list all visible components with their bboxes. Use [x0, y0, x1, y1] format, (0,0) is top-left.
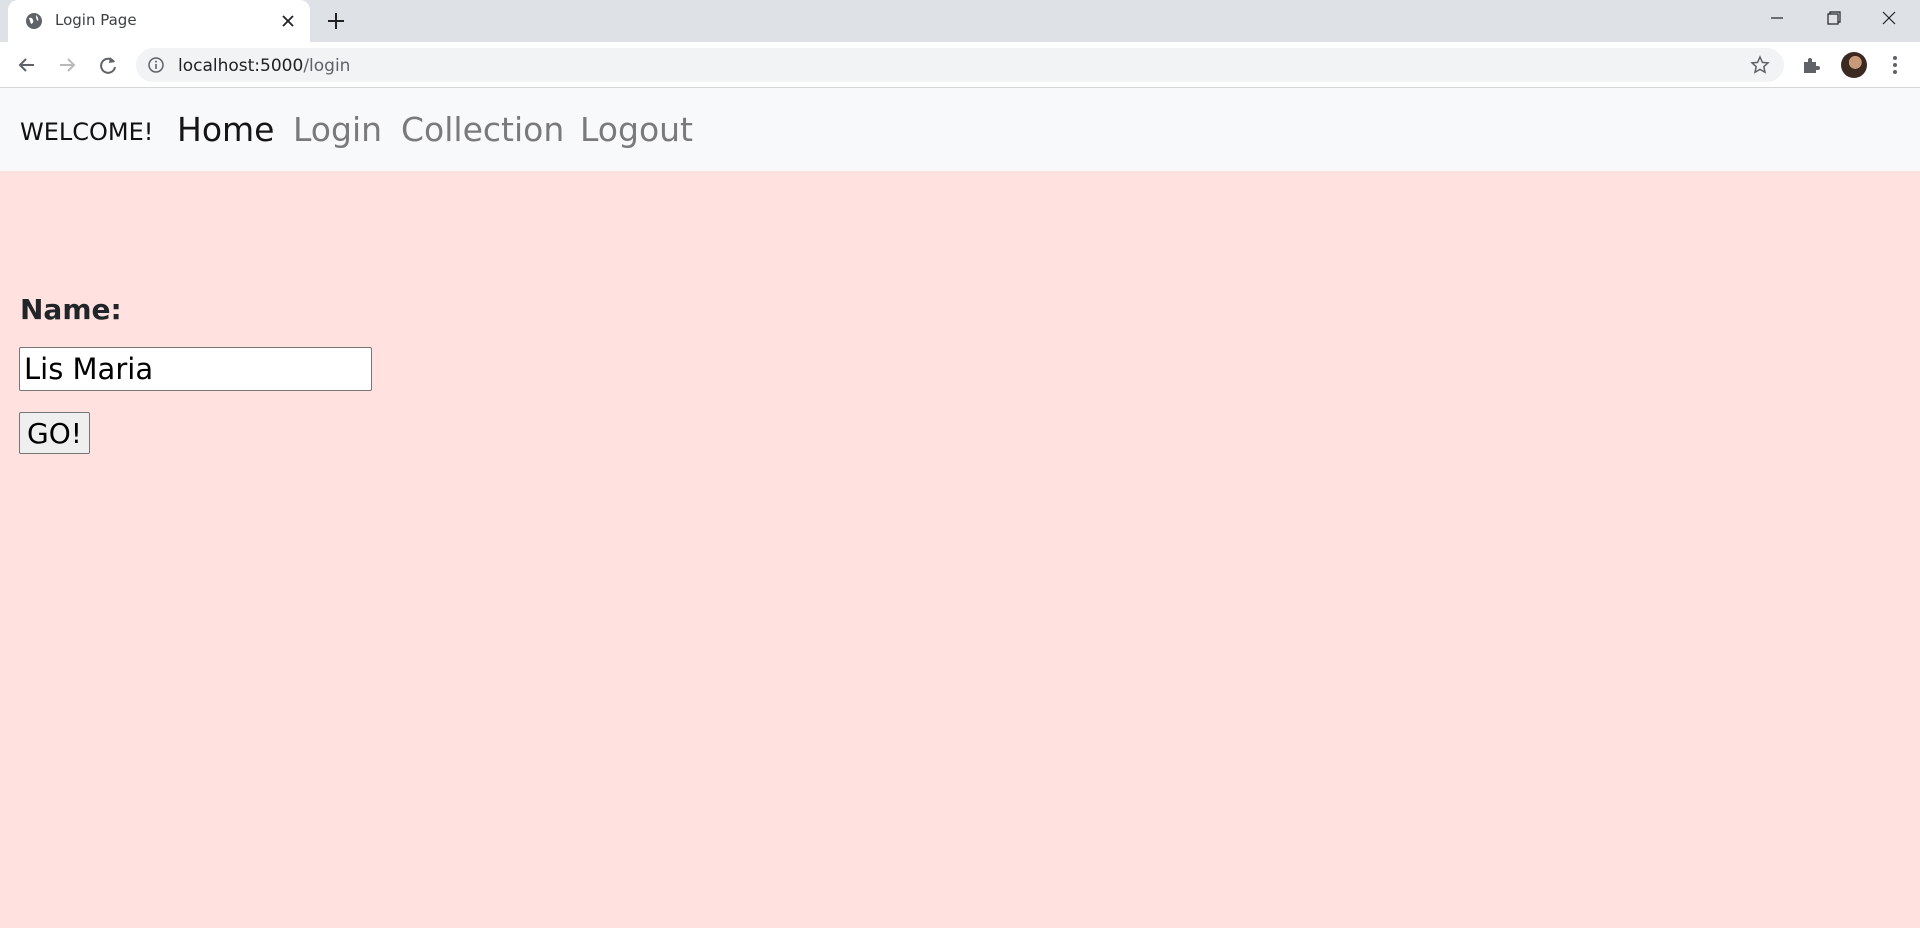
- profile-avatar[interactable]: [1841, 52, 1867, 78]
- url-host: localhost:5000: [178, 56, 304, 76]
- nav-link-collection[interactable]: Collection: [401, 110, 564, 149]
- browser-toolbar: localhost:5000/login: [0, 42, 1920, 88]
- name-input[interactable]: [19, 347, 372, 391]
- tab-strip: Login Page: [0, 0, 1920, 42]
- close-tab-icon[interactable]: [280, 13, 296, 29]
- browser-tab[interactable]: Login Page: [8, 0, 310, 42]
- site-navbar: WELCOME! Home Login Collection Logout: [0, 88, 1920, 171]
- close-icon[interactable]: [1874, 6, 1904, 30]
- url-text: localhost:5000/login: [178, 56, 350, 76]
- go-button[interactable]: GO!: [19, 412, 90, 454]
- url-path: /login: [303, 56, 351, 76]
- new-tab-icon[interactable]: [326, 11, 346, 31]
- nav-link-home[interactable]: Home: [177, 110, 274, 149]
- bookmark-star-icon[interactable]: [1750, 55, 1770, 75]
- forward-arrow-icon[interactable]: [56, 54, 78, 76]
- nav-link-logout[interactable]: Logout: [580, 110, 693, 149]
- reload-icon[interactable]: [97, 54, 119, 76]
- extensions-puzzle-icon[interactable]: [1800, 54, 1822, 76]
- more-vert-icon[interactable]: [1884, 54, 1906, 76]
- navbar-brand[interactable]: WELCOME!: [20, 118, 153, 146]
- name-label: Name:: [20, 293, 122, 326]
- info-icon[interactable]: [148, 57, 164, 73]
- minimize-icon[interactable]: [1762, 6, 1792, 30]
- tab-title: Login Page: [55, 11, 137, 29]
- globe-icon: [26, 13, 42, 29]
- address-bar[interactable]: localhost:5000/login: [136, 48, 1784, 82]
- restore-icon[interactable]: [1818, 6, 1848, 30]
- back-arrow-icon[interactable]: [16, 54, 38, 76]
- nav-link-login[interactable]: Login: [293, 110, 382, 149]
